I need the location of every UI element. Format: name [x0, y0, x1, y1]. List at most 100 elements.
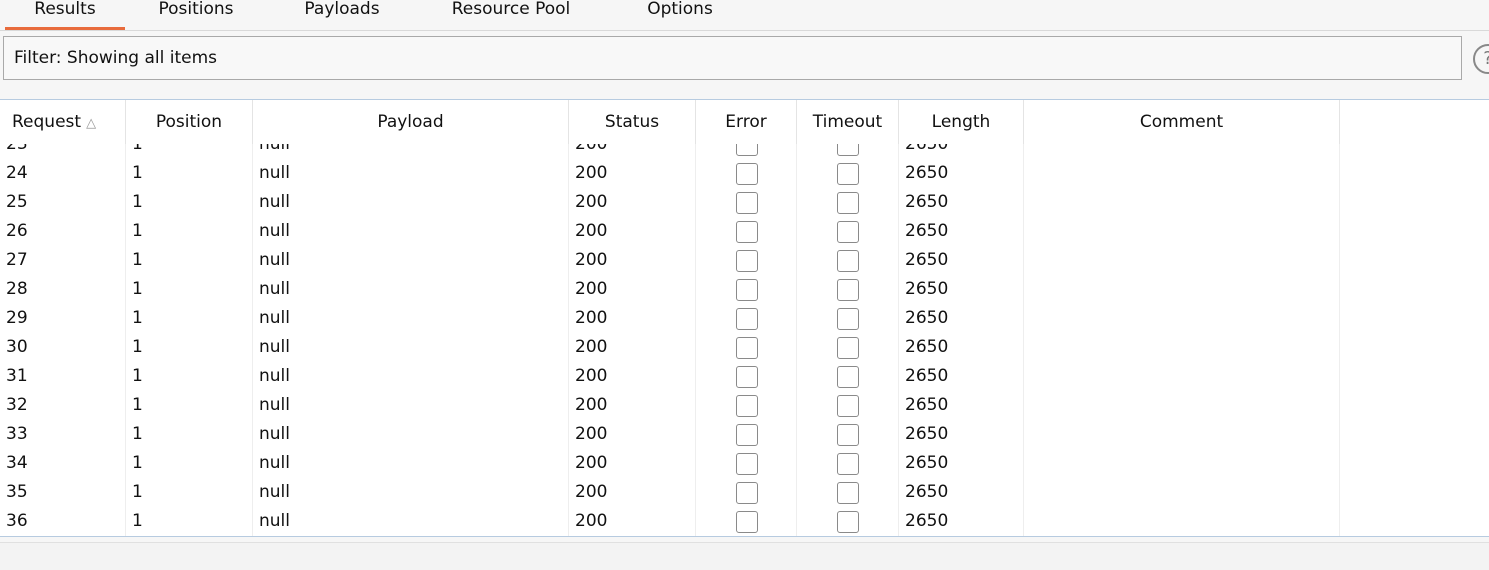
cell-status: 200 [569, 449, 696, 478]
cell-timeout [797, 507, 899, 536]
cell-position: 1 [126, 507, 253, 536]
cell-timeout [797, 391, 899, 420]
tab-results[interactable]: Results [5, 0, 125, 30]
cell-timeout [797, 304, 899, 333]
error-checkbox[interactable] [736, 511, 758, 533]
table-row[interactable]: 29 1 null 200 2650 [0, 304, 1489, 333]
column-header-timeout[interactable]: Timeout [797, 100, 899, 144]
cell-error [696, 246, 797, 275]
cell-status: 200 [569, 478, 696, 507]
cell-position: 1 [126, 188, 253, 217]
cell-payload: null [253, 246, 569, 275]
column-header-payload[interactable]: Payload [253, 100, 569, 144]
cell-length: 2650 [899, 246, 1024, 275]
cell-position: 1 [126, 420, 253, 449]
filter-input[interactable]: Filter: Showing all items [3, 36, 1462, 80]
error-checkbox[interactable] [736, 308, 758, 330]
help-circle-icon[interactable]: ? [1473, 44, 1489, 74]
cell-error [696, 217, 797, 246]
table-row[interactable]: 26 1 null 200 2650 [0, 217, 1489, 246]
timeout-checkbox[interactable] [837, 482, 859, 504]
table-row[interactable]: 28 1 null 200 2650 [0, 275, 1489, 304]
timeout-checkbox[interactable] [837, 366, 859, 388]
table-row[interactable]: 25 1 null 200 2650 [0, 188, 1489, 217]
cell-request: 24 [0, 159, 126, 188]
timeout-checkbox[interactable] [837, 337, 859, 359]
timeout-checkbox[interactable] [837, 511, 859, 533]
tab-payloads[interactable]: Payloads [284, 0, 400, 27]
error-checkbox[interactable] [736, 163, 758, 185]
timeout-checkbox[interactable] [837, 163, 859, 185]
cell-comment [1024, 449, 1340, 478]
cell-length: 2650 [899, 362, 1024, 391]
error-checkbox[interactable] [736, 453, 758, 475]
cell-position: 1 [126, 217, 253, 246]
tab-resource-pool[interactable]: Resource Pool [430, 0, 592, 27]
cell-status: 200 [569, 275, 696, 304]
error-checkbox[interactable] [736, 337, 758, 359]
column-header-status[interactable]: Status [569, 100, 696, 144]
timeout-checkbox[interactable] [837, 250, 859, 272]
table-row[interactable]: 27 1 null 200 2650 [0, 246, 1489, 275]
cell-position: 1 [126, 159, 253, 188]
cell-length: 2650 [899, 275, 1024, 304]
cell-position: 1 [126, 362, 253, 391]
cell-length: 2650 [899, 391, 1024, 420]
table-row[interactable]: 33 1 null 200 2650 [0, 420, 1489, 449]
cell-request: 28 [0, 275, 126, 304]
cell-timeout [797, 420, 899, 449]
error-checkbox[interactable] [736, 424, 758, 446]
cell-request: 35 [0, 478, 126, 507]
cell-request: 36 [0, 507, 126, 536]
cell-status: 200 [569, 304, 696, 333]
cell-payload: null [253, 188, 569, 217]
timeout-checkbox[interactable] [837, 395, 859, 417]
cell-length: 2650 [899, 159, 1024, 188]
table-row[interactable]: 34 1 null 200 2650 [0, 449, 1489, 478]
cell-comment [1024, 188, 1340, 217]
timeout-checkbox[interactable] [837, 221, 859, 243]
table-row[interactable]: 32 1 null 200 2650 [0, 391, 1489, 420]
column-header-position[interactable]: Position [126, 100, 253, 144]
error-checkbox[interactable] [736, 250, 758, 272]
error-checkbox[interactable] [736, 192, 758, 214]
cell-error [696, 159, 797, 188]
table-row[interactable]: 36 1 null 200 2650 [0, 507, 1489, 536]
cell-timeout [797, 275, 899, 304]
timeout-checkbox[interactable] [837, 453, 859, 475]
cell-error [696, 449, 797, 478]
timeout-checkbox[interactable] [837, 192, 859, 214]
error-checkbox[interactable] [736, 482, 758, 504]
error-checkbox[interactable] [736, 221, 758, 243]
table-row[interactable]: 35 1 null 200 2650 [0, 478, 1489, 507]
cell-length: 2650 [899, 304, 1024, 333]
column-header-comment[interactable]: Comment [1024, 100, 1340, 144]
error-checkbox[interactable] [736, 395, 758, 417]
cell-error [696, 333, 797, 362]
cell-comment [1024, 246, 1340, 275]
table-row[interactable]: 31 1 null 200 2650 [0, 362, 1489, 391]
cell-payload: null [253, 275, 569, 304]
tab-options[interactable]: Options [630, 0, 730, 27]
cell-error [696, 478, 797, 507]
error-checkbox[interactable] [736, 279, 758, 301]
cell-length: 2650 [899, 449, 1024, 478]
column-header-length[interactable]: Length [899, 100, 1024, 144]
timeout-checkbox[interactable] [837, 424, 859, 446]
tab-bar: Results Positions Payloads Resource Pool… [0, 0, 1489, 31]
cell-payload: null [253, 304, 569, 333]
cell-comment [1024, 217, 1340, 246]
column-header-error[interactable]: Error [696, 100, 797, 144]
cell-payload: null [253, 420, 569, 449]
table-row[interactable]: 30 1 null 200 2650 [0, 333, 1489, 362]
timeout-checkbox[interactable] [837, 308, 859, 330]
error-checkbox[interactable] [736, 366, 758, 388]
cell-timeout [797, 159, 899, 188]
cell-comment [1024, 333, 1340, 362]
column-header-request[interactable]: Request △ [0, 100, 126, 144]
cell-comment [1024, 304, 1340, 333]
timeout-checkbox[interactable] [837, 279, 859, 301]
cell-length: 2650 [899, 507, 1024, 536]
tab-positions[interactable]: Positions [140, 0, 252, 27]
table-row[interactable]: 24 1 null 200 2650 [0, 159, 1489, 188]
